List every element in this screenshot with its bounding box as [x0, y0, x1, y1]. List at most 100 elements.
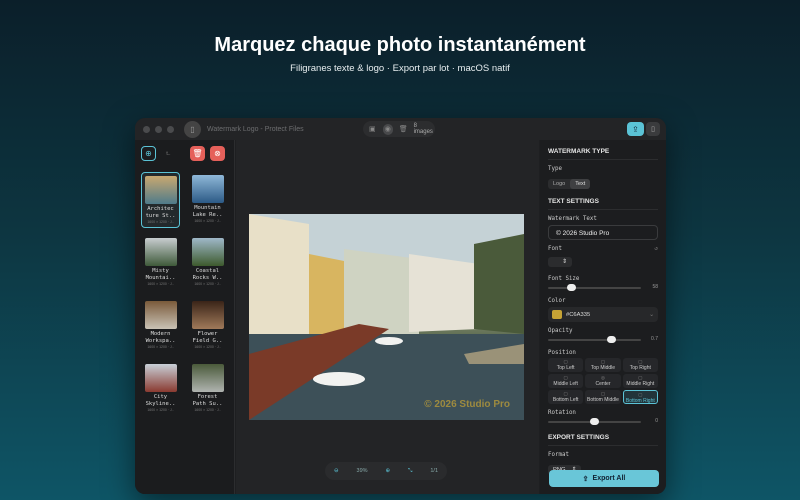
position-option[interactable]: ▢ Middle Right — [622, 374, 658, 388]
clear-all-button[interactable]: ⊗ — [210, 146, 225, 161]
canal-scene — [249, 214, 524, 420]
preview-canvas: © 2026 Studio Pro ⊖ 39% ⊕ ⤡ 1/1 — [236, 140, 539, 494]
opacity-slider[interactable]: 0.7 — [548, 336, 658, 344]
position-option[interactable]: ▢ Bottom Middle — [585, 390, 621, 404]
thumbnail-item[interactable]: Flower Field G.. 1600 × 1200 · J.. — [188, 298, 227, 354]
thumbnail-image — [191, 301, 224, 329]
position-option[interactable]: ◎ Center — [585, 374, 621, 388]
add-button[interactable]: ⊕ — [141, 146, 156, 161]
font-size-value: 58 — [652, 284, 658, 290]
share-icon: ⇪ — [582, 475, 589, 483]
thumbnail-item[interactable]: Modern Workspa.. 1600 × 1200 · J.. — [141, 298, 180, 354]
type-segmented-control: Logo Text — [548, 179, 591, 189]
sidebar: ⊕ t.. 🗑 ⊗ Architec ture St.. 1600 × 1200 … — [135, 140, 235, 494]
thumbnail-name: Misty Mountai.. — [145, 268, 176, 281]
thumbnail-image — [191, 364, 224, 392]
position-option[interactable]: ▢ Top Left — [548, 358, 584, 372]
font-size-label: Font Size — [548, 276, 580, 282]
watermark-overlay: © 2026 Studio Pro — [424, 399, 510, 410]
watermark-text-input[interactable]: © 2026 Studio Pro — [548, 225, 658, 240]
thumbnail-size: 1600 × 1200 · J.. — [194, 408, 221, 412]
add-image-icon[interactable]: ▣ — [367, 124, 378, 135]
toolbar-group: ▣ ◉ 🗑 8 images — [363, 121, 435, 137]
position-option[interactable]: ▢ Middle Left — [548, 374, 584, 388]
image-count: 8 images — [413, 123, 433, 135]
thumbnail-item[interactable]: Misty Mountai.. 1600 × 1200 · J.. — [141, 235, 180, 291]
thumbnail-item[interactable]: City Skyline.. 1600 × 1200 · J.. — [141, 361, 180, 417]
thumbnail-item[interactable]: Mountain Lake Re.. 1600 × 1200 · J.. — [188, 172, 227, 228]
title-bar: ▯ Watermark Logo - Protect Files ▣ ◉ 🗑 8… — [135, 118, 666, 140]
minimize-window-button[interactable] — [155, 125, 162, 133]
thumbnail-item[interactable]: Coastal Rocks W.. 1600 × 1200 · J.. — [188, 235, 227, 291]
export-settings-header: EXPORT SETTINGS — [548, 426, 658, 446]
position-label: Position — [548, 350, 576, 356]
hero-title: Marquez chaque photo instantanément — [214, 34, 586, 56]
type-text-option[interactable]: Text — [570, 179, 591, 189]
preview-eye-icon[interactable]: ◉ — [382, 123, 394, 135]
sidebar-toggle-icon[interactable]: ▯ — [184, 120, 201, 138]
zoom-out-icon[interactable]: ⊖ — [334, 468, 339, 474]
thumbnail-name: City Skyline.. — [145, 394, 176, 407]
share-icon[interactable]: ⇪ — [627, 122, 644, 136]
thumbnail-item[interactable]: Architec ture St.. 1600 × 1200 · J.. — [141, 172, 180, 228]
thumbnail-image — [144, 176, 177, 204]
position-label: Center — [595, 381, 611, 387]
window-title: Watermark Logo - Protect Files — [207, 125, 304, 133]
thumbnail-size: 1600 × 1200 · J.. — [194, 345, 221, 349]
page-indicator: 1/1 — [430, 468, 439, 474]
thumbnail-name: Flower Field G.. — [192, 331, 223, 344]
position-label: Bottom Middle — [587, 397, 619, 403]
color-swatch — [552, 310, 562, 319]
thumbnail-size: 1600 × 1200 · J.. — [147, 408, 174, 412]
thumbnail-name: Coastal Rocks W.. — [192, 268, 223, 281]
trash-icon[interactable]: 🗑 — [398, 124, 409, 135]
position-option[interactable]: ▢ Top Right — [622, 358, 658, 372]
position-label: Middle Left — [553, 381, 578, 387]
thumbnail-size: 1600 × 1200 · J.. — [147, 282, 174, 286]
position-grid: ▢ Top Left ▢ Top Middle ▢ Top Right ▢ Middle Le… — [548, 358, 658, 404]
thumbnail-list: Architec ture St.. 1600 × 1200 · J.. Mount… — [141, 172, 227, 417]
font-label-text: Font — [548, 246, 562, 252]
thumbnail-name: Forest Path Su.. — [192, 394, 223, 407]
export-all-button[interactable]: ⇪ Export All — [549, 470, 659, 487]
color-picker[interactable]: #C6A335 ⌄ — [548, 307, 658, 322]
watermark-type-header: WATERMARK TYPE — [548, 140, 658, 160]
inspector-toggle-icon[interactable]: ▯ — [646, 122, 660, 136]
position-option[interactable]: ▢ Bottom Left — [548, 390, 584, 404]
export-all-label: Export All — [592, 475, 626, 482]
zoom-in-icon[interactable]: ⊕ — [385, 468, 390, 474]
thumbnail-image — [191, 238, 224, 266]
back-button[interactable]: t.. — [161, 146, 176, 161]
opacity-value: 0.7 — [651, 336, 658, 342]
type-logo-option[interactable]: Logo — [548, 179, 570, 189]
preview-image: © 2026 Studio Pro — [249, 214, 524, 420]
position-label: Top Middle — [590, 365, 616, 371]
text-settings-header: TEXT SETTINGS — [548, 190, 658, 210]
format-label: Format — [548, 452, 569, 458]
position-option[interactable]: ▢ Bottom Right — [622, 390, 658, 404]
thumbnail-name: Modern Workspa.. — [145, 331, 176, 344]
hero-subtitle: Filigranes texte & logo · Export par lot… — [290, 63, 510, 74]
position-label: Top Left — [556, 365, 575, 371]
color-value: #C6A335 — [566, 311, 591, 318]
close-window-button[interactable] — [143, 125, 150, 133]
thumbnail-size: 1600 × 1200 · J.. — [147, 345, 174, 349]
zoom-window-button[interactable] — [167, 125, 174, 133]
fit-icon[interactable]: ⤡ — [408, 468, 412, 475]
font-select[interactable]: ⇕ — [548, 257, 572, 267]
app-window: ▯ Watermark Logo - Protect Files ▣ ◉ 🗑 8… — [135, 118, 666, 494]
reset-icon[interactable]: ↺ — [655, 246, 659, 252]
thumbnail-image — [144, 238, 177, 266]
position-label: Top Right — [629, 365, 651, 371]
font-size-slider[interactable]: 58 — [548, 284, 658, 292]
thumbnail-size: 1600 × 1200 · J.. — [194, 282, 221, 286]
position-option[interactable]: ▢ Top Middle — [585, 358, 621, 372]
rotation-label: Rotation — [548, 410, 576, 416]
font-label: Font ↺ — [548, 246, 658, 252]
delete-button[interactable]: 🗑 — [190, 146, 205, 161]
thumbnail-item[interactable]: Forest Path Su.. 1600 × 1200 · J.. — [188, 361, 227, 417]
rotation-slider[interactable]: 0 — [548, 418, 658, 426]
position-label: Bottom Left — [552, 397, 579, 403]
position-label: Bottom Right — [625, 398, 655, 404]
thumbnail-image — [144, 364, 177, 392]
